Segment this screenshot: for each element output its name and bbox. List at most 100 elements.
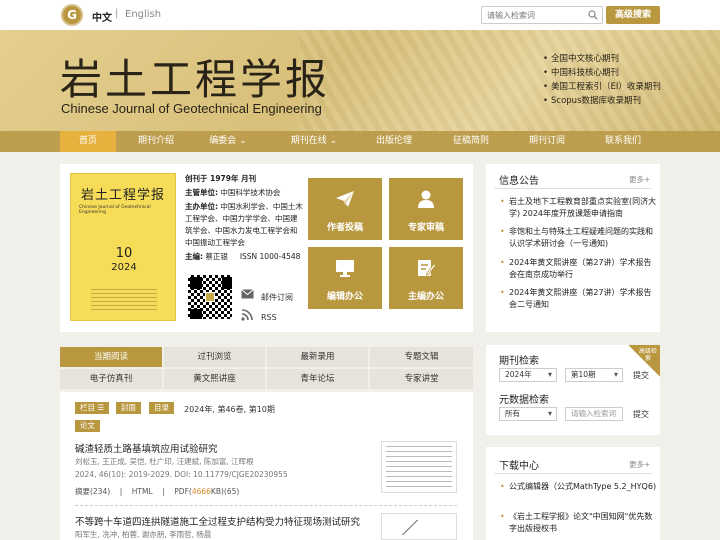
journal-title-cn: 岩土工程学报 [60, 55, 331, 104]
article-thumbnail[interactable] [381, 513, 457, 540]
metadata-search-title: 元数据检索 [499, 395, 549, 406]
metadata-search-submit-button[interactable]: 提交 [633, 409, 649, 420]
notices-more-link[interactable]: 更多+ [629, 174, 650, 185]
rss-icon[interactable] [241, 309, 253, 321]
downloads-title: 下载中心 [499, 461, 539, 472]
issn-value: ISSN 1000-4548 [239, 252, 301, 261]
abstract-link[interactable]: 摘要(234) [75, 487, 110, 496]
lang-english-link[interactable]: English [125, 9, 161, 20]
notice-item[interactable]: 非饱和土与特殊土工程疑难问题的实践和认识学术研讨会（一号通知) [500, 226, 659, 250]
pdf-prefix: PDF( [174, 487, 192, 496]
tab-expert-lectures[interactable]: 专家讲堂 [370, 369, 473, 389]
pdf-suffix: KB)(65) [210, 487, 240, 496]
scope-select-value: 所有 [505, 409, 520, 418]
html-link[interactable]: HTML [132, 487, 153, 496]
thumbnail-figure [386, 446, 452, 488]
pdf-link[interactable]: PDF(4666KB)(65) [174, 487, 239, 496]
tab-e-journal[interactable]: 电子仿真刊 [60, 369, 162, 389]
tab-latest-accepted[interactable]: 最新录用 [267, 347, 368, 367]
scope-select[interactable]: 所有 [499, 407, 557, 421]
cover-button[interactable]: 封面 [116, 402, 141, 414]
editor-office-tile[interactable]: 编辑办公 [308, 247, 382, 309]
notice-item[interactable]: 2024年黄文熙讲座（第27讲）学术报告会二号通知 [500, 287, 659, 311]
nav-editorial-board[interactable]: 编委会 ⌄ [200, 131, 256, 152]
cover-title: 岩土工程学报 [81, 188, 166, 203]
main-nav: 首页 期刊介绍 编委会 ⌄ 期刊在线 ⌄ 出版伦理 征稿简则 期刊订阅 联系我们 [0, 131, 720, 152]
notice-item[interactable]: 2024年黄文熙讲座（第27讲）学术报告会在南京成功举行 [500, 257, 659, 281]
cover-title-en: Chinese Journal of Geotechnical Engineer… [79, 205, 151, 215]
year-select-value: 2024年 [505, 370, 532, 379]
tab-past-issues[interactable]: 过刊浏览 [164, 347, 265, 367]
nav-ethics[interactable]: 出版伦理 [366, 131, 422, 152]
nav-contact[interactable]: 联系我们 [595, 131, 651, 152]
metadata-search-input[interactable]: 请输入检索词 [565, 407, 623, 421]
author-submission-tile[interactable]: 作者投稿 [308, 178, 382, 240]
reviewer-label: 专家审稿 [407, 223, 444, 233]
cover-contents [91, 289, 157, 313]
nav-journal-online-label: 期刊在线 [290, 136, 327, 146]
reviewer-tile[interactable]: 专家审稿 [389, 178, 463, 240]
rss-link[interactable]: RSS [261, 313, 277, 322]
article-title[interactable]: 不等跨十车道四连拱隧道施工全过程支护结构受力特征现场测试研究 [75, 514, 360, 528]
journal-cover[interactable]: 岩土工程学报 Chinese Journal of Geotechnical E… [70, 173, 176, 321]
nav-subscription[interactable]: 期刊订阅 [519, 131, 575, 152]
index-item: 全国中文核心期刊 [543, 52, 661, 66]
search-input[interactable] [482, 7, 580, 23]
current-issue-label: 2024年, 第46卷, 第10期 [184, 405, 275, 414]
lang-chinese-link[interactable]: 中文 [92, 9, 112, 24]
column-filter-button[interactable]: 栏目 ☰ [75, 402, 110, 414]
cover-year: 2024 [111, 262, 137, 273]
article-thumbnail[interactable] [381, 441, 457, 493]
nav-home[interactable]: 首页 [60, 131, 116, 152]
nav-journal-online[interactable]: 期刊在线 ⌄ [284, 131, 344, 152]
chief-editor-office-tile[interactable]: 主编办公 [389, 247, 463, 309]
sponsor-label: 主管单位: [185, 188, 218, 197]
qr-logo [205, 292, 215, 302]
mail-icon[interactable] [241, 289, 254, 299]
search-box [481, 6, 603, 24]
author-submission-label: 作者投稿 [326, 223, 363, 233]
journal-logo-icon[interactable] [61, 4, 83, 26]
year-select[interactable]: 2024年 [499, 368, 557, 382]
tab-youth-forum[interactable]: 青年论坛 [267, 369, 368, 389]
index-item: 美国工程索引（EI）收录期刊 [543, 80, 661, 94]
notices-divider [494, 188, 652, 189]
download-item[interactable]: 公式编辑器（公式MathType 5.2_HYQ6) [500, 481, 659, 493]
nav-about[interactable]: 期刊介绍 [128, 131, 184, 152]
downloads-divider [494, 473, 652, 474]
advanced-search-button[interactable]: 高级搜索 [606, 6, 660, 24]
section-paper-tag: 论文 [75, 420, 100, 432]
lang-separator: | [115, 8, 119, 19]
thumbnail-chart [388, 520, 433, 535]
article-citation: 2024, 46(10): 2019-2029. DOI: 10.11779/C… [75, 470, 288, 479]
search-icon[interactable] [588, 10, 598, 20]
journal-search-submit-button[interactable]: 提交 [633, 370, 649, 381]
tab-current-issue[interactable]: 当期阅读 [60, 347, 162, 367]
chevron-down-icon: ⌄ [236, 136, 247, 146]
founded-text: 创刊于 1979年 月刊 [185, 174, 257, 183]
host-label: 主办单位: [185, 202, 218, 211]
journal-search-title: 期刊检索 [499, 356, 539, 367]
tab-huang-lecture[interactable]: 黄文熙讲座 [164, 369, 265, 389]
article-divider [75, 505, 457, 506]
tab-special-topics[interactable]: 专题文辑 [370, 347, 473, 367]
advanced-search-corner-label: 高级检索 [638, 348, 657, 362]
index-item: 中国科技核心期刊 [543, 66, 661, 80]
editor-label: 主编: [185, 252, 203, 261]
nav-editorial-board-label: 编委会 [209, 136, 237, 146]
article-authors: 刘松玉, 王正成, 吴恺, 杜广印, 汪建斌, 陈加富, 江晖根 [75, 457, 254, 466]
downloads-more-link[interactable]: 更多+ [629, 459, 650, 470]
nav-guidelines[interactable]: 征稿简则 [443, 131, 499, 152]
issue-select[interactable]: 第10期 [565, 368, 623, 382]
notice-item[interactable]: 岩土及地下工程教育部重点实验室(同济大学) 2024年度开放课题申请指南 [500, 196, 659, 220]
toc-button[interactable]: 目录 [149, 402, 174, 414]
download-item[interactable]: 《岩土工程学报》论文"中国知网"优先数字出版授权书 [500, 511, 659, 535]
cover-issue-number: 10 [115, 246, 133, 261]
chevron-down-icon: ⌄ [326, 136, 338, 146]
monitor-icon [336, 260, 354, 277]
journal-title-en: Chinese Journal of Geotechnical Engineer… [61, 101, 322, 116]
user-icon [418, 190, 434, 208]
article-title[interactable]: 碱渣轻质土路基填筑应用试验研究 [75, 441, 218, 455]
email-subscribe-link[interactable]: 邮件订阅 [261, 292, 293, 303]
journal-meta: 创刊于 1979年 月刊 主管单位: 中国科学技术协会 主办单位: 中国水利学会… [185, 173, 303, 263]
